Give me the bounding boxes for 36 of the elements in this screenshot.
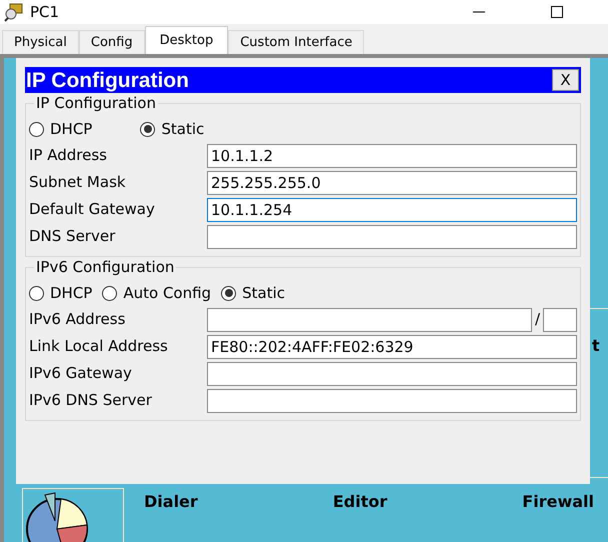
tab[interactable]: Config — [78, 30, 145, 54]
radio-option[interactable]: Static — [221, 282, 285, 304]
radio-option[interactable]: Static — [140, 118, 204, 140]
app-tile[interactable] — [22, 488, 124, 542]
input-field[interactable] — [207, 388, 577, 412]
radio-option[interactable]: DHCP — [29, 282, 92, 304]
field-label: IPv6 DNS Server — [29, 390, 153, 412]
field-label: IP Address — [29, 145, 108, 166]
input-field[interactable] — [207, 308, 532, 332]
tab[interactable]: Physical — [2, 30, 79, 54]
radio-option[interactable]: Auto Config — [102, 282, 212, 304]
app-label: t — [592, 335, 600, 357]
separator: / — [534, 309, 541, 330]
tab[interactable]: Custom Interface — [228, 30, 364, 54]
app-label: Dialer — [144, 491, 198, 513]
field-label: IPv6 Address — [29, 309, 126, 330]
field-label: Subnet Mask — [29, 172, 127, 194]
tab[interactable]: Desktop — [144, 26, 228, 54]
field-label: DNS Server — [29, 226, 116, 248]
maximize-icon[interactable] — [550, 5, 564, 19]
radio-option[interactable]: DHCP — [29, 118, 92, 140]
input-field[interactable] — [543, 308, 577, 332]
window-title: PC1 — [30, 2, 60, 23]
field-label: IPv6 Gateway — [29, 363, 133, 384]
input-field[interactable]: FE80::202:4AFF:FE02:6329 — [207, 334, 577, 358]
input-field[interactable]: 10.1.1.254 — [207, 198, 577, 222]
app-label: Firewall — [522, 491, 594, 513]
close-button[interactable]: X — [552, 69, 579, 91]
field-label: Default Gateway — [29, 199, 156, 220]
input-field[interactable] — [207, 362, 577, 386]
input-field[interactable] — [207, 224, 577, 248]
dialog-title: IP Configuration — [26, 70, 190, 90]
input-field[interactable]: 10.1.1.2 — [207, 144, 577, 168]
app-label: Editor — [332, 491, 388, 513]
field-label: Link Local Address — [29, 336, 169, 358]
input-field[interactable]: 255.255.255.0 — [207, 170, 577, 194]
